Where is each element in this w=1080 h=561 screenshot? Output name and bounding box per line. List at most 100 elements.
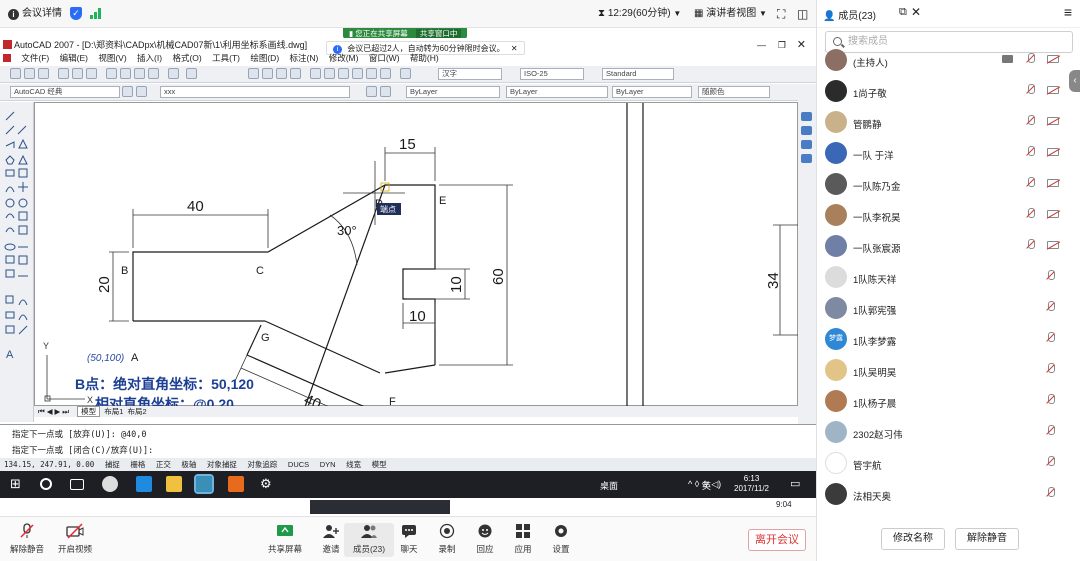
- unmute-all-button[interactable]: 解除静音: [955, 528, 1019, 550]
- print-icon[interactable]: [58, 68, 69, 79]
- tab-layout2[interactable]: 布局2: [128, 407, 147, 416]
- timer-display[interactable]: ⧗ 12:29(60分钟) ▼: [598, 7, 681, 21]
- tab-model[interactable]: 模型: [77, 406, 101, 417]
- member-row[interactable]: 管鹏静: [817, 108, 1065, 138]
- mic-muted-icon[interactable]: [1046, 270, 1055, 283]
- settings-gear-icon[interactable]: ⚙: [260, 476, 276, 492]
- pan-icon[interactable]: [248, 68, 259, 79]
- design-center-icon[interactable]: [324, 68, 335, 79]
- status-snap[interactable]: 捕捉: [105, 460, 120, 469]
- help-icon[interactable]: [400, 68, 411, 79]
- dim-style-combo[interactable]: ISO-25: [520, 68, 584, 80]
- member-row[interactable]: 法相天奥: [817, 480, 1065, 510]
- make-current-icon[interactable]: [366, 86, 377, 97]
- menu-insert[interactable]: 插入(I): [137, 53, 162, 63]
- unmute-button[interactable]: 解除静音: [2, 523, 52, 555]
- menu-format[interactable]: 格式(O): [172, 53, 201, 63]
- text-style-combo[interactable]: 汉字: [438, 68, 502, 80]
- status-model[interactable]: 模型: [372, 460, 387, 469]
- preview-icon[interactable]: [72, 68, 83, 79]
- undo-icon[interactable]: [168, 68, 179, 79]
- edge-browser-icon[interactable]: [136, 476, 152, 492]
- zoom-previous-icon[interactable]: [290, 68, 301, 79]
- status-osnap[interactable]: 对象捕捉: [207, 460, 237, 469]
- view-mode-button[interactable]: ▦ 演讲者视图 ▼: [694, 7, 767, 21]
- camera-off-icon[interactable]: [1047, 86, 1059, 94]
- match-prop-icon[interactable]: [148, 68, 159, 79]
- status-polar[interactable]: 极轴: [181, 460, 196, 469]
- status-ducs[interactable]: DUCS: [288, 460, 309, 469]
- open-file-icon[interactable]: [24, 68, 35, 79]
- search-icon[interactable]: [40, 478, 52, 490]
- member-row[interactable]: 1队郭宪强: [817, 294, 1065, 324]
- calculator-icon[interactable]: [380, 68, 391, 79]
- notification-icon[interactable]: ▭: [790, 477, 800, 490]
- mic-muted-icon[interactable]: [1046, 332, 1055, 345]
- command-prompt[interactable]: 指定下一点或 [闭合(C)/放弃(U)]:: [0, 440, 816, 456]
- menu-file[interactable]: 文件(F): [21, 53, 49, 63]
- new-file-icon[interactable]: [10, 68, 21, 79]
- leave-meeting-button[interactable]: 离开会议: [748, 529, 806, 551]
- publish-icon[interactable]: [86, 68, 97, 79]
- start-video-button[interactable]: 开启视频: [50, 523, 100, 555]
- command-line[interactable]: 指定下一点或 [放弃(U)]: @40,0 指定下一点或 [闭合(C)/放弃(U…: [0, 424, 816, 456]
- camera-off-icon[interactable]: [1047, 55, 1059, 63]
- file-explorer-icon[interactable]: [166, 476, 182, 492]
- cut-icon[interactable]: [106, 68, 117, 79]
- camera-off-icon[interactable]: [1047, 117, 1059, 125]
- sheet-set-icon[interactable]: [352, 68, 363, 79]
- table-style-combo[interactable]: Standard: [602, 68, 674, 80]
- member-row[interactable]: 1队吴明昊: [817, 356, 1065, 386]
- workspace-combo[interactable]: AutoCAD 经典: [10, 86, 120, 98]
- mic-muted-icon[interactable]: [1026, 53, 1035, 66]
- layer-previous-icon[interactable]: [380, 86, 391, 97]
- mic-muted-icon[interactable]: [1026, 146, 1035, 159]
- menu-tools[interactable]: 工具(T): [212, 53, 240, 63]
- camera-off-icon[interactable]: [1047, 148, 1059, 156]
- copy-icon[interactable]: [120, 68, 131, 79]
- meeting-info-button[interactable]: i 会议详情: [8, 7, 62, 21]
- menu-modify[interactable]: 修改(M): [329, 53, 359, 63]
- mic-muted-icon[interactable]: [1026, 115, 1035, 128]
- camera-off-icon[interactable]: [1047, 210, 1059, 218]
- member-row[interactable]: 一队张宸源: [817, 232, 1065, 262]
- workspace-settings-icon[interactable]: [122, 86, 133, 97]
- fullscreen-icon[interactable]: ⛶: [777, 7, 785, 21]
- lineweight-combo[interactable]: ByLayer: [612, 86, 692, 98]
- ime-indicator[interactable]: 英: [702, 479, 711, 492]
- tool-palette-icon[interactable]: [338, 68, 349, 79]
- app-icon[interactable]: [102, 476, 118, 492]
- status-ortho[interactable]: 正交: [156, 460, 171, 469]
- properties-icon[interactable]: [310, 68, 321, 79]
- status-grid[interactable]: 栅格: [130, 460, 145, 469]
- menu-edit[interactable]: 编辑(E): [60, 53, 88, 63]
- drawing-canvas[interactable]: B C D E F G A (50,100) 40 15 20 60 10 10…: [34, 102, 799, 434]
- presentation-app-icon[interactable]: [228, 476, 244, 492]
- camera-off-icon[interactable]: [1047, 179, 1059, 187]
- menu-help[interactable]: 帮助(H): [410, 53, 439, 63]
- menu-window[interactable]: 窗口(W): [369, 53, 400, 63]
- layer-combo[interactable]: xxx: [160, 86, 350, 98]
- member-row[interactable]: 2302赵习伟: [817, 418, 1065, 448]
- status-lineweight[interactable]: 线宽: [346, 460, 361, 469]
- draw-tool-icons[interactable]: A: [0, 102, 34, 402]
- restore-icon[interactable]: ❐: [778, 38, 786, 52]
- mic-muted-icon[interactable]: [1046, 301, 1055, 314]
- redo-icon[interactable]: [186, 68, 197, 79]
- camera-off-icon[interactable]: [1047, 241, 1059, 249]
- member-row[interactable]: 一队 于洋: [817, 139, 1065, 169]
- mic-muted-icon[interactable]: [1026, 84, 1035, 97]
- mic-muted-icon[interactable]: [1046, 394, 1055, 407]
- mic-muted-icon[interactable]: [1026, 239, 1035, 252]
- status-otrack[interactable]: 对象追踪: [247, 460, 277, 469]
- member-row[interactable]: 1队陈天祥: [817, 263, 1065, 293]
- clock[interactable]: 6:13 2017/11/2: [734, 474, 769, 494]
- desktop-label[interactable]: 桌面: [600, 479, 618, 492]
- member-row[interactable]: (主持人): [817, 46, 1065, 76]
- tab-nav-arrows[interactable]: ⏮◀▶⏭: [38, 407, 71, 416]
- sharing-window-button[interactable]: 共享窗口中: [415, 29, 462, 38]
- menu-draw[interactable]: 绘图(D): [250, 53, 279, 63]
- pop-out-icon[interactable]: ⧉: [899, 6, 907, 19]
- member-row[interactable]: 一队陈乃金: [817, 170, 1065, 200]
- save-icon[interactable]: [38, 68, 49, 79]
